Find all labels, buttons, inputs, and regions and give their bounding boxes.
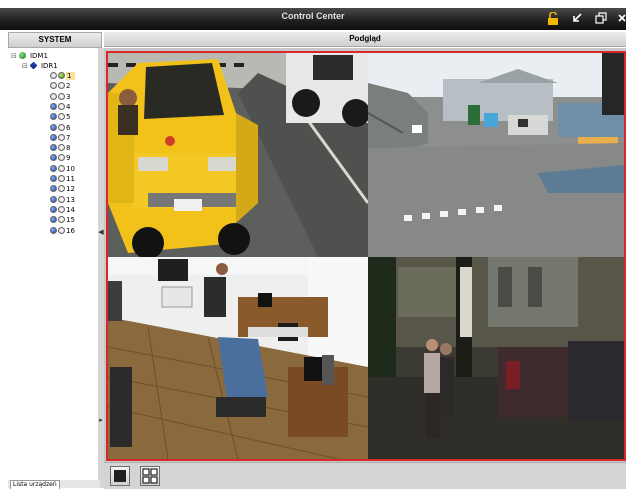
channel-label: 8 (66, 144, 71, 153)
preview-header: Podgląd (104, 32, 626, 47)
tree-node-channel[interactable]: 6 (50, 123, 70, 132)
single-view-icon (114, 470, 126, 482)
camera-view-4[interactable] (368, 257, 624, 459)
tree-node-channel[interactable]: 2 (50, 81, 70, 90)
tree-node-channel[interactable]: 4 (50, 102, 70, 111)
channel-label: 11 (66, 175, 75, 183)
tree-node-channel[interactable]: 15 (50, 215, 75, 224)
tree-node-label: IDR1 (40, 62, 58, 70)
tree-node-channel[interactable]: 1 (50, 71, 76, 80)
status-icon (58, 164, 65, 172)
status-icon (58, 205, 65, 213)
camera-image-office (108, 257, 368, 459)
camera-icon (50, 133, 57, 141)
camera-icon (50, 144, 57, 152)
camera-icon (50, 113, 57, 121)
tree-node-channel[interactable]: 9 (50, 153, 70, 162)
channel-label: 7 (66, 133, 71, 142)
restore-icon[interactable] (594, 12, 608, 26)
camera-icon (50, 216, 57, 224)
status-icon (58, 226, 65, 234)
layout-toolbar (104, 462, 626, 489)
channel-label: 6 (66, 123, 71, 132)
camera-view-2[interactable] (368, 53, 624, 257)
channel-label: 10 (66, 164, 75, 173)
camera-icon (50, 72, 57, 79)
minimize-icon[interactable] (570, 12, 584, 26)
status-icon (58, 185, 65, 193)
top-margin (0, 0, 626, 8)
title-bar: Control Center (0, 8, 626, 30)
channel-label: 15 (66, 216, 75, 225)
camera-icon (50, 164, 57, 172)
status-icon (58, 102, 65, 110)
channel-label: 5 (66, 113, 71, 122)
camera-icon (50, 154, 57, 162)
tree-node-channel[interactable]: 10 (50, 164, 75, 173)
status-icon (58, 113, 65, 121)
video-grid (106, 51, 626, 461)
status-icon (58, 82, 65, 90)
collapse-icon[interactable]: ⊟ (22, 62, 28, 70)
unlock-icon[interactable] (546, 11, 560, 26)
tree-node-channel[interactable]: 14 (50, 205, 75, 214)
channel-label: 14 (66, 205, 75, 214)
window-title: Control Center (281, 11, 345, 21)
camera-icon (50, 205, 57, 213)
status-icon (58, 144, 65, 152)
tree-node-idr1[interactable]: ⊟ IDR1 (22, 61, 58, 70)
channel-label: 9 (66, 154, 71, 163)
camera-image-yard (368, 53, 624, 257)
camera-icon (50, 175, 57, 182)
quad-view-icon (142, 468, 158, 484)
camera-view-1[interactable] (108, 53, 368, 257)
server-icon (19, 52, 27, 59)
channel-label: 4 (66, 102, 71, 111)
channel-label: 3 (66, 92, 71, 101)
collapse-icon[interactable]: ⊟ (11, 52, 17, 60)
tree-node-channel[interactable]: 5 (50, 112, 70, 121)
tree-node-channel[interactable]: 12 (50, 184, 75, 193)
status-icon (58, 175, 65, 182)
status-icon (58, 72, 65, 79)
camera-icon (50, 226, 57, 234)
camera-icon (50, 185, 57, 193)
camera-icon (50, 123, 57, 131)
tree-node-channel[interactable]: 16 (50, 226, 75, 235)
status-icon (58, 154, 65, 162)
status-icon (58, 216, 65, 224)
tree-node-channel[interactable]: 8 (50, 143, 70, 152)
camera-icon (50, 102, 57, 110)
tree-node-channel[interactable]: 3 (50, 92, 70, 101)
status-icon (58, 92, 65, 100)
system-header: SYSTEM (8, 32, 102, 48)
channel-label: 12 (66, 185, 75, 194)
quad-view-button[interactable] (140, 466, 160, 486)
camera-icon (50, 195, 57, 203)
channel-label: 16 (66, 226, 75, 235)
tree-node-channel[interactable]: 7 (50, 133, 70, 142)
device-tree: ⊟ IDM1 ⊟ IDR1 1 2 3 4 5 6 7 8 9 10 11 12 13 14 15 16 (8, 48, 99, 480)
close-icon[interactable] (617, 12, 626, 26)
channel-label: 13 (66, 195, 75, 204)
left-tab-strip: Lista urządzeń (8, 480, 100, 489)
tree-node-label: IDM1 (29, 52, 48, 60)
status-icon (58, 123, 65, 131)
channel-label: 1 (66, 72, 76, 80)
single-view-button[interactable] (110, 466, 130, 486)
recorder-icon (29, 61, 38, 70)
channel-label: 2 (66, 82, 71, 91)
tree-node-idm1[interactable]: ⊟ IDM1 (11, 51, 48, 60)
tree-node-channel[interactable]: 11 (50, 174, 75, 183)
camera-view-3[interactable] (108, 257, 368, 459)
camera-icon (50, 82, 57, 90)
camera-icon (50, 92, 57, 100)
camera-image-van (108, 53, 368, 257)
tree-node-channel[interactable]: 13 (50, 195, 75, 204)
camera-image-street (368, 257, 624, 459)
status-icon (58, 133, 65, 141)
status-icon (58, 195, 65, 203)
